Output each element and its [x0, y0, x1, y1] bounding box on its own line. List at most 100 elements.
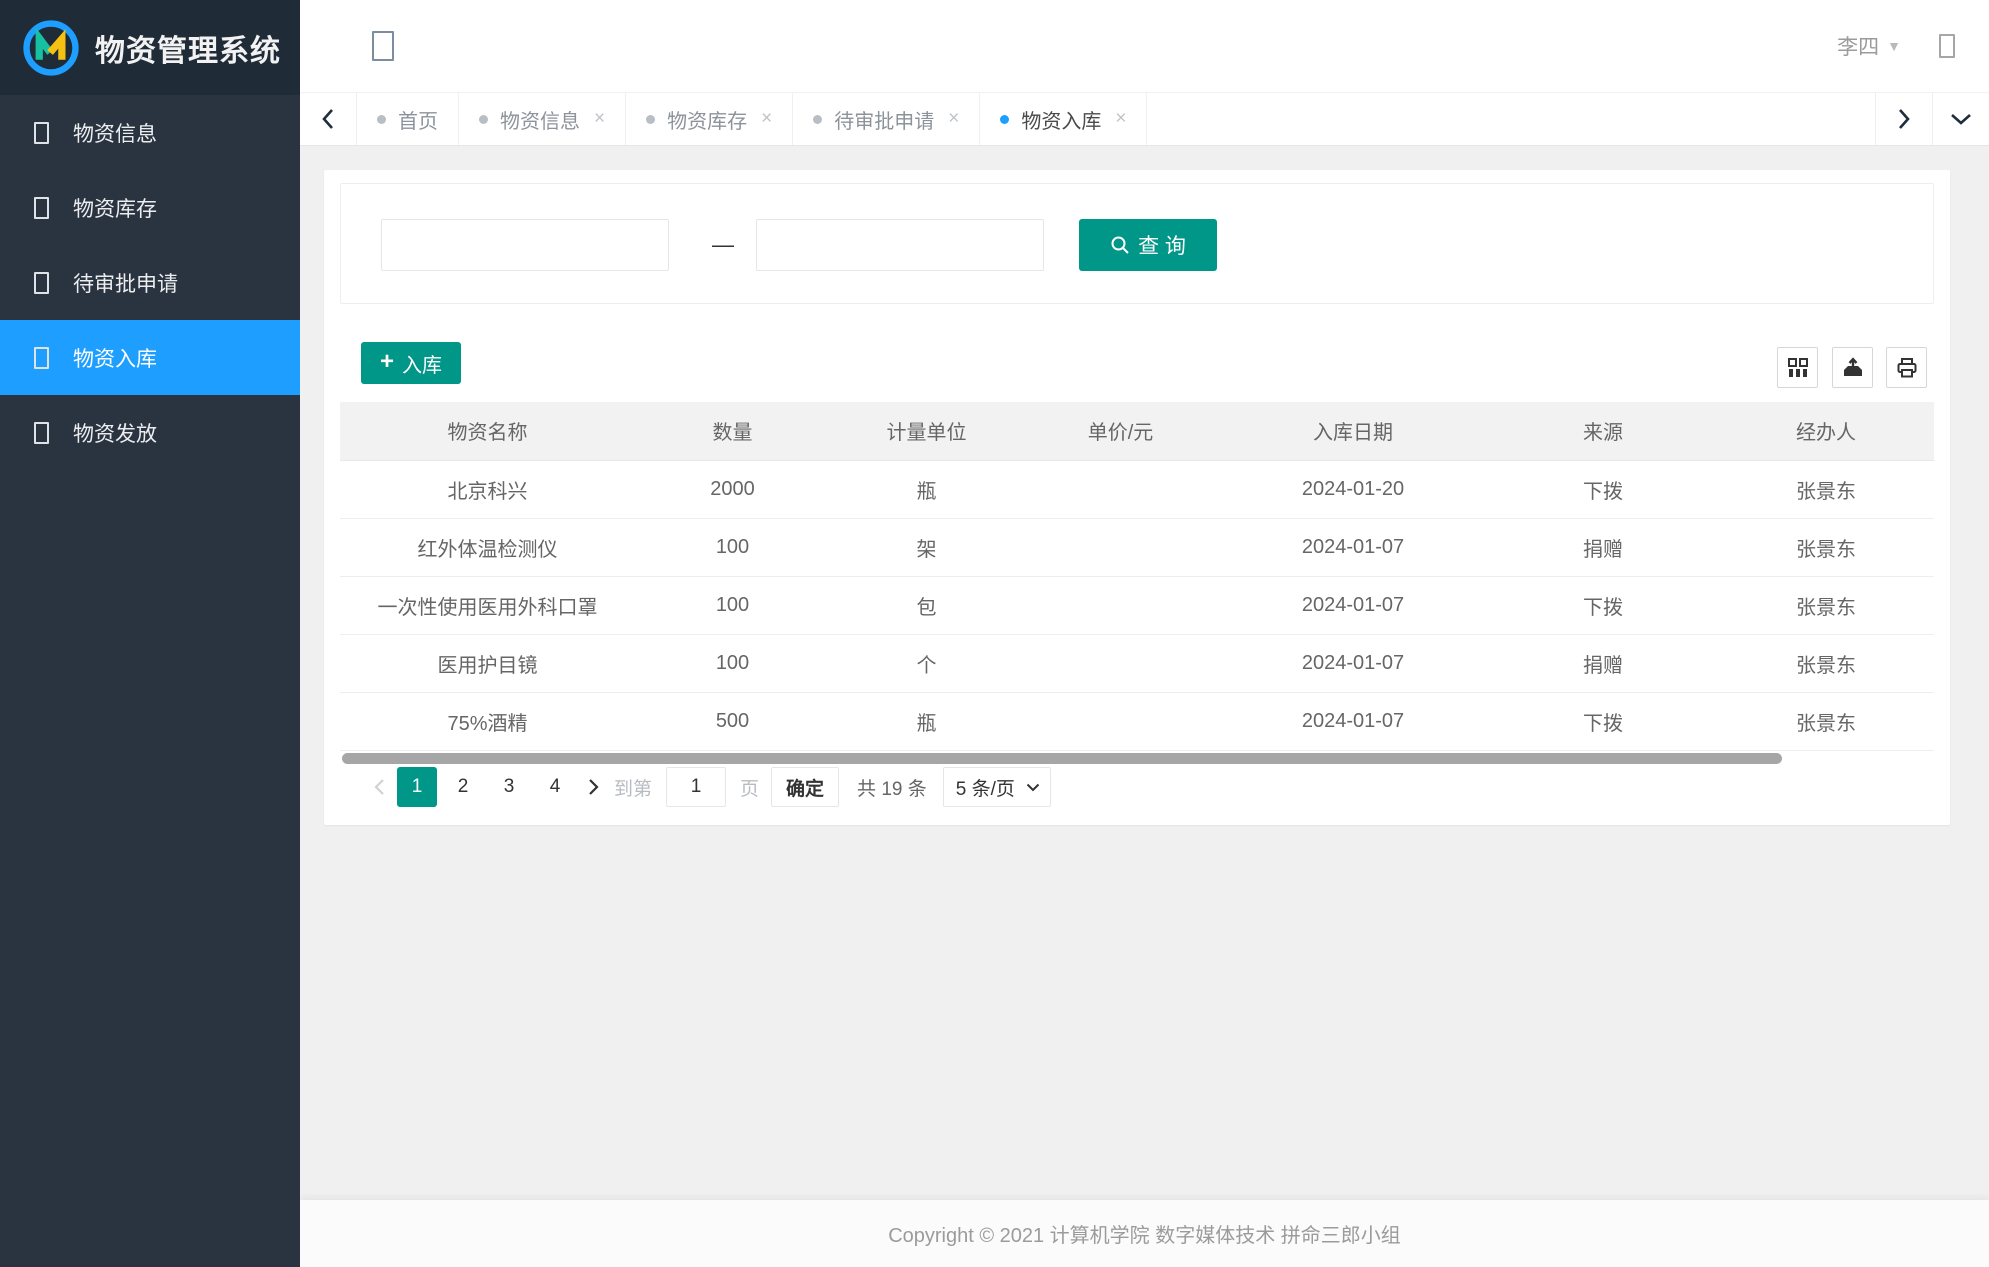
- pagination: 1 2 3 4 到第 页 确定 共 19 条 5 条/页: [364, 767, 1051, 807]
- app-title: 物资管理系统: [95, 26, 281, 70]
- page-button-3[interactable]: 3: [489, 767, 529, 807]
- page-button-2[interactable]: 2: [443, 767, 483, 807]
- table-row[interactable]: 一次性使用医用外科口罩 100 包 2024-01-07 下拨 张景东: [340, 576, 1934, 634]
- cell-material-name: 北京科兴: [340, 460, 635, 518]
- tabs-menu-button[interactable]: [1932, 93, 1989, 145]
- next-page-button[interactable]: [578, 767, 608, 807]
- cell-unit-price: [1023, 518, 1218, 576]
- col-header-inbound-date[interactable]: 入库日期: [1218, 402, 1488, 460]
- prev-page-button[interactable]: [364, 767, 394, 807]
- col-header-source[interactable]: 来源: [1488, 402, 1718, 460]
- table-row[interactable]: 北京科兴 2000 瓶 2024-01-20 下拨 张景东: [340, 460, 1934, 518]
- page-size-value: 5 条/页: [956, 774, 1015, 801]
- page-button-1[interactable]: 1: [397, 767, 437, 807]
- cell-quantity: 100: [635, 634, 830, 692]
- pending-approval-icon: [34, 272, 49, 294]
- cell-operator: 张景东: [1718, 634, 1934, 692]
- sidebar-item-material-inbound[interactable]: 物资入库: [0, 320, 300, 395]
- top-header: 李四 ▼: [300, 0, 1989, 92]
- col-header-unit-price[interactable]: 单价/元: [1023, 402, 1218, 460]
- col-header-operator[interactable]: 经办人: [1718, 402, 1934, 460]
- tab-home[interactable]: 首页: [357, 93, 459, 145]
- cell-unit: 包: [830, 576, 1023, 634]
- cell-inbound-date: 2024-01-07: [1218, 576, 1488, 634]
- page-jump-input[interactable]: [666, 767, 726, 807]
- sidebar: 物资管理系统 物资信息 物资库存 待审批申请 物资入库 物资发放: [0, 0, 300, 1267]
- cell-source: 捐赠: [1488, 634, 1718, 692]
- tab-status-dot: [377, 115, 386, 124]
- cell-source: 下拨: [1488, 576, 1718, 634]
- sidebar-item-material-info[interactable]: 物资信息: [0, 95, 300, 170]
- user-action-icon[interactable]: [1939, 34, 1955, 58]
- cell-inbound-date: 2024-01-07: [1218, 518, 1488, 576]
- cell-inbound-date: 2024-01-20: [1218, 460, 1488, 518]
- cell-source: 下拨: [1488, 460, 1718, 518]
- user-menu[interactable]: 李四 ▼: [1837, 31, 1955, 61]
- cell-operator: 张景东: [1718, 518, 1934, 576]
- tab-label: 物资入库: [1021, 105, 1101, 134]
- cell-unit-price: [1023, 692, 1218, 750]
- search-icon: [1110, 235, 1130, 255]
- search-button-label: 查 询: [1138, 230, 1186, 260]
- table-row[interactable]: 红外体温检测仪 100 架 2024-01-07 捐赠 张景东: [340, 518, 1934, 576]
- horizontal-scrollbar: [340, 753, 1934, 764]
- date-start-input[interactable]: [381, 219, 669, 271]
- sidebar-item-material-stock[interactable]: 物资库存: [0, 170, 300, 245]
- sidebar-item-label: 物资库存: [73, 193, 157, 223]
- export-button[interactable]: [1832, 347, 1873, 388]
- plus-icon: +: [380, 350, 394, 374]
- tab-status-dot: [646, 115, 655, 124]
- close-icon[interactable]: ×: [761, 108, 772, 130]
- col-header-quantity[interactable]: 数量: [635, 402, 830, 460]
- close-icon[interactable]: ×: [948, 108, 959, 130]
- cell-material-name: 一次性使用医用外科口罩: [340, 576, 635, 634]
- tab-status-dot: [479, 115, 488, 124]
- tab-material-stock[interactable]: 物资库存 ×: [626, 93, 793, 145]
- jump-suffix-label: 页: [740, 774, 759, 801]
- columns-filter-button[interactable]: [1777, 347, 1818, 388]
- cell-quantity: 500: [635, 692, 830, 750]
- page-button-4[interactable]: 4: [535, 767, 575, 807]
- close-icon[interactable]: ×: [1115, 108, 1126, 130]
- cell-material-name: 红外体温检测仪: [340, 518, 635, 576]
- tab-pending-approval[interactable]: 待审批申请 ×: [793, 93, 980, 145]
- cell-unit: 个: [830, 634, 1023, 692]
- tab-material-inbound[interactable]: 物资入库 ×: [980, 93, 1147, 145]
- cell-inbound-date: 2024-01-07: [1218, 692, 1488, 750]
- date-range-separator: —: [693, 219, 753, 271]
- cell-quantity: 100: [635, 518, 830, 576]
- logo-area: 物资管理系统: [0, 0, 300, 95]
- sidebar-item-label: 物资发放: [73, 418, 157, 448]
- table-row[interactable]: 75%酒精 500 瓶 2024-01-07 下拨 张景东: [340, 692, 1934, 750]
- user-name: 李四: [1837, 31, 1879, 61]
- app-window: 物资管理系统 物资信息 物资库存 待审批申请 物资入库 物资发放: [0, 0, 1989, 1267]
- print-button[interactable]: [1886, 347, 1927, 388]
- cell-operator: 张景东: [1718, 460, 1934, 518]
- material-stock-icon: [34, 197, 49, 219]
- sidebar-item-pending-approval[interactable]: 待审批申请: [0, 245, 300, 320]
- date-end-input[interactable]: [756, 219, 1044, 271]
- col-header-material-name[interactable]: 物资名称: [340, 402, 635, 460]
- cell-unit-price: [1023, 576, 1218, 634]
- add-inbound-label: 入库: [402, 349, 442, 378]
- scrollbar-thumb[interactable]: [342, 753, 1782, 764]
- tab-material-info[interactable]: 物资信息 ×: [459, 93, 626, 145]
- tab-label: 物资库存: [667, 105, 747, 134]
- jump-prefix-label: 到第: [614, 774, 652, 801]
- confirm-page-button[interactable]: 确定: [771, 767, 839, 807]
- add-inbound-button[interactable]: + 入库: [361, 342, 461, 384]
- tab-label: 物资信息: [500, 105, 580, 134]
- page-size-select[interactable]: 5 条/页: [943, 767, 1051, 807]
- search-button[interactable]: 查 询: [1079, 219, 1217, 271]
- cell-quantity: 100: [635, 576, 830, 634]
- table-row[interactable]: 医用护目镜 100 个 2024-01-07 捐赠 张景东: [340, 634, 1934, 692]
- close-icon[interactable]: ×: [594, 108, 605, 130]
- cell-unit-price: [1023, 634, 1218, 692]
- sidebar-item-material-issue[interactable]: 物资发放: [0, 395, 300, 470]
- tabs-scroll-right-button[interactable]: [1875, 93, 1932, 145]
- sidebar-item-label: 物资入库: [73, 343, 157, 373]
- tabs-scroll-left-button[interactable]: [300, 93, 357, 145]
- cell-unit-price: [1023, 460, 1218, 518]
- sidebar-collapse-icon[interactable]: [372, 31, 394, 61]
- col-header-unit[interactable]: 计量单位: [830, 402, 1023, 460]
